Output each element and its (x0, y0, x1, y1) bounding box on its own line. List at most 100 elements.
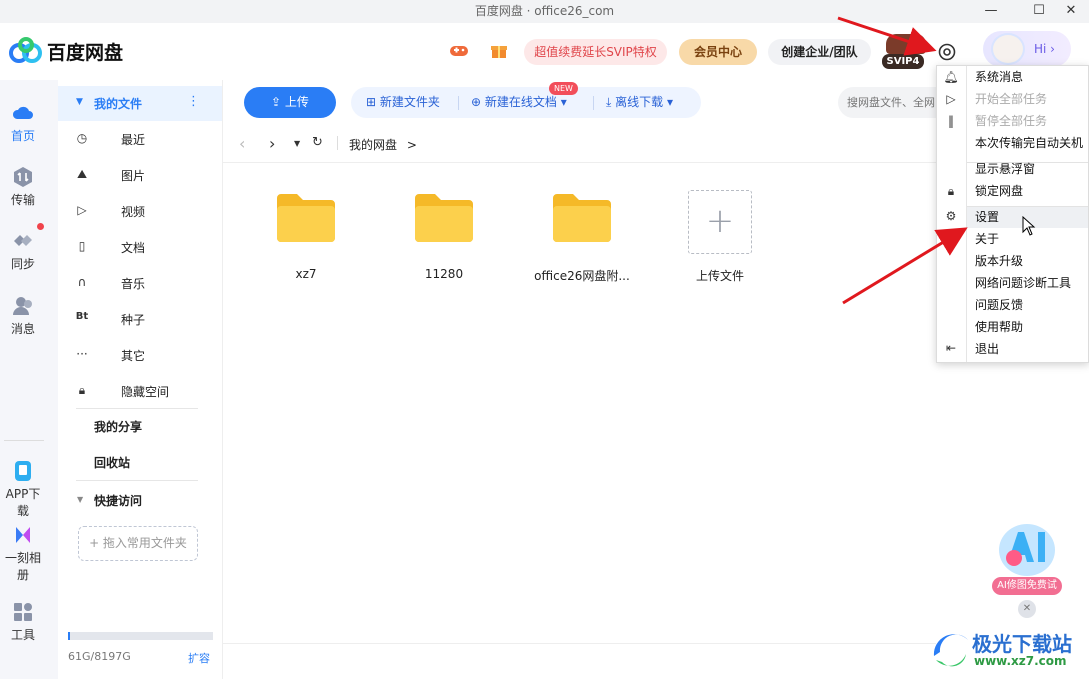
menu-item-lock-disk[interactable]: 锁定网盘 (975, 181, 1023, 201)
collapse-arrow-icon[interactable]: ▼ (77, 495, 83, 504)
lock-icon: 🔒︎ (947, 184, 955, 198)
new-folder-label: 新建文件夹 (379, 95, 440, 109)
menu-item-network-diagnostics[interactable]: 网络问题诊断工具 (975, 273, 1071, 293)
drag-folder-dropzone[interactable]: + 拖入常用文件夹 (78, 526, 198, 561)
menu-item-settings[interactable]: 设置 (975, 207, 999, 227)
maximize-button[interactable]: ☐ (1021, 0, 1057, 23)
folder-plus-icon: ⊞ (366, 95, 380, 109)
menu-item-about[interactable]: 关于 (975, 229, 999, 249)
vip-center-button[interactable]: 会员中心 (679, 39, 757, 65)
offline-label: 离线下载 (615, 95, 664, 109)
upload-file-tile[interactable]: + (688, 190, 752, 254)
back-arrow-icon[interactable]: ‹ (239, 134, 245, 153)
folder-item[interactable] (413, 192, 475, 247)
menu-item-help[interactable]: 使用帮助 (975, 317, 1023, 337)
album-icon (16, 527, 30, 543)
new-doc-label: 新建在线文档 (484, 95, 557, 109)
sidebar-item-recent[interactable]: ◷ 最近 (58, 128, 222, 150)
play-icon: ▷ (946, 92, 956, 106)
history-dropdown-icon[interactable]: ▼ (294, 139, 300, 148)
close-promo-icon[interactable]: ✕ (1018, 600, 1036, 618)
more-options-icon[interactable]: ⋮ (187, 94, 200, 109)
settings-gear-icon[interactable] (936, 41, 958, 63)
sidebar-item-video[interactable]: ▷ 视频 (58, 200, 222, 222)
sidebar-divider (76, 408, 198, 409)
grid-tools-icon (14, 603, 32, 621)
watermark-text: 极光下载站 (972, 632, 1072, 656)
sidebar-item-label: 音乐 (121, 277, 146, 291)
user-hi-button[interactable]: Hi › (983, 31, 1071, 67)
promo-button[interactable]: 超值续费延长SVIP特权 (524, 39, 667, 65)
sync-icon (14, 235, 32, 246)
menu-item-auto-shutdown[interactable]: 本次传输完自动关机 (975, 133, 1083, 153)
lock-icon: 🔒︎ (78, 383, 86, 397)
rail-transfer[interactable]: 传输 (0, 166, 46, 208)
menu-item-exit[interactable]: 退出 (975, 339, 999, 359)
menu-item-start-all[interactable]: 开始全部任务 (975, 89, 1047, 109)
rail-transfer-label: 传输 (10, 193, 35, 207)
watermark-url: www.xz7.com (974, 654, 1067, 668)
rail-message-label: 消息 (10, 322, 35, 336)
rail-tools[interactable]: 工具 (0, 601, 46, 643)
bell-icon: 🔔︎ (943, 70, 959, 84)
sidebar-item-my-files[interactable]: ▼ 我的文件 ⋮ (58, 86, 222, 121)
search-input[interactable] (838, 87, 936, 118)
expand-arrow-icon: ▼ (76, 97, 83, 107)
rail-home[interactable]: 首页 (0, 102, 46, 144)
sidebar-item-my-share[interactable]: 我的分享 (94, 418, 142, 435)
mouse-cursor-icon (1022, 215, 1036, 236)
close-button[interactable]: ✕ (1053, 0, 1089, 23)
avatar-frame[interactable] (886, 34, 926, 54)
rail-album[interactable]: 一刻相册 (0, 524, 46, 583)
ai-promo-widget[interactable]: AI修图免费试 (986, 520, 1068, 598)
window-titlebar: 百度网盘 · office26_com (0, 0, 1089, 23)
upload-label: 上传 (284, 95, 309, 109)
folder-name: office26网盘附... (534, 269, 630, 283)
upload-icon: ⇪ (271, 95, 285, 109)
window-title: 百度网盘 · office26_com (474, 4, 615, 18)
expand-storage-link[interactable]: 扩容 (188, 650, 210, 666)
breadcrumb[interactable]: 我的网盘 > (349, 136, 417, 153)
sidebar-item-recycle-bin[interactable]: 回收站 (94, 454, 130, 471)
sidebar-item-docs[interactable]: ▯ 文档 (58, 236, 222, 258)
sidebar-quick-access[interactable]: 快捷访问 (94, 492, 142, 509)
new-folder-button[interactable]: ⊞ 新建文件夹 (366, 90, 440, 115)
refresh-icon[interactable]: ↻ (312, 135, 323, 150)
rail-sync-label: 同步 (10, 257, 35, 271)
sidebar-item-other[interactable]: ··· 其它 (58, 344, 222, 366)
menu-item-system-messages[interactable]: 系统消息 (975, 67, 1023, 87)
folder-item[interactable] (551, 192, 613, 247)
offline-download-button[interactable]: ⤓ 离线下载 ▾ (606, 90, 673, 115)
sidebar-item-hidden-space[interactable]: 🔒︎ 隐藏空间 (58, 380, 222, 402)
sidebar-item-label: 其它 (121, 349, 146, 363)
menu-item-floating-window[interactable]: 显示悬浮窗 (975, 159, 1035, 179)
menu-item-pause-all[interactable]: 暂停全部任务 (975, 111, 1047, 131)
pause-icon: ‖ (948, 114, 954, 128)
rail-message[interactable]: 消息 (0, 295, 46, 337)
breadcrumb-root[interactable]: 我的网盘 (349, 138, 397, 152)
rail-tools-label: 工具 (10, 628, 35, 642)
sidebar-item-torrent[interactable]: Bt 种子 (58, 308, 222, 330)
create-team-button[interactable]: 创建企业/团队 (768, 39, 871, 65)
sidebar-item-images[interactable]: ⛰ 图片 (58, 164, 222, 186)
menu-item-upgrade[interactable]: 版本升级 (975, 251, 1023, 271)
storage-usage-text: 61G/8197G (68, 650, 131, 663)
nav-divider (337, 136, 338, 150)
sidebar-divider (76, 480, 198, 481)
sidebar-item-label: 文档 (121, 241, 146, 255)
storage-progress-bar (68, 632, 213, 640)
forward-arrow-icon[interactable]: › (269, 134, 275, 153)
rail-sync[interactable]: 同步 (0, 230, 46, 272)
bt-icon: Bt (75, 311, 89, 322)
my-files-label: 我的文件 (94, 97, 143, 111)
folder-item[interactable] (275, 192, 337, 247)
chevron-down-icon: ▾ (663, 95, 673, 109)
minimize-button[interactable]: — (973, 0, 1009, 23)
gift-icon[interactable] (490, 42, 508, 60)
game-icon[interactable] (449, 42, 469, 60)
baidu-logo-icon (9, 37, 43, 65)
upload-button[interactable]: ⇪ 上传 (244, 87, 336, 118)
sidebar-item-music[interactable]: ∩ 音乐 (58, 272, 222, 294)
rail-app-download[interactable]: APP下载 (0, 460, 46, 519)
menu-item-feedback[interactable]: 问题反馈 (975, 295, 1023, 315)
